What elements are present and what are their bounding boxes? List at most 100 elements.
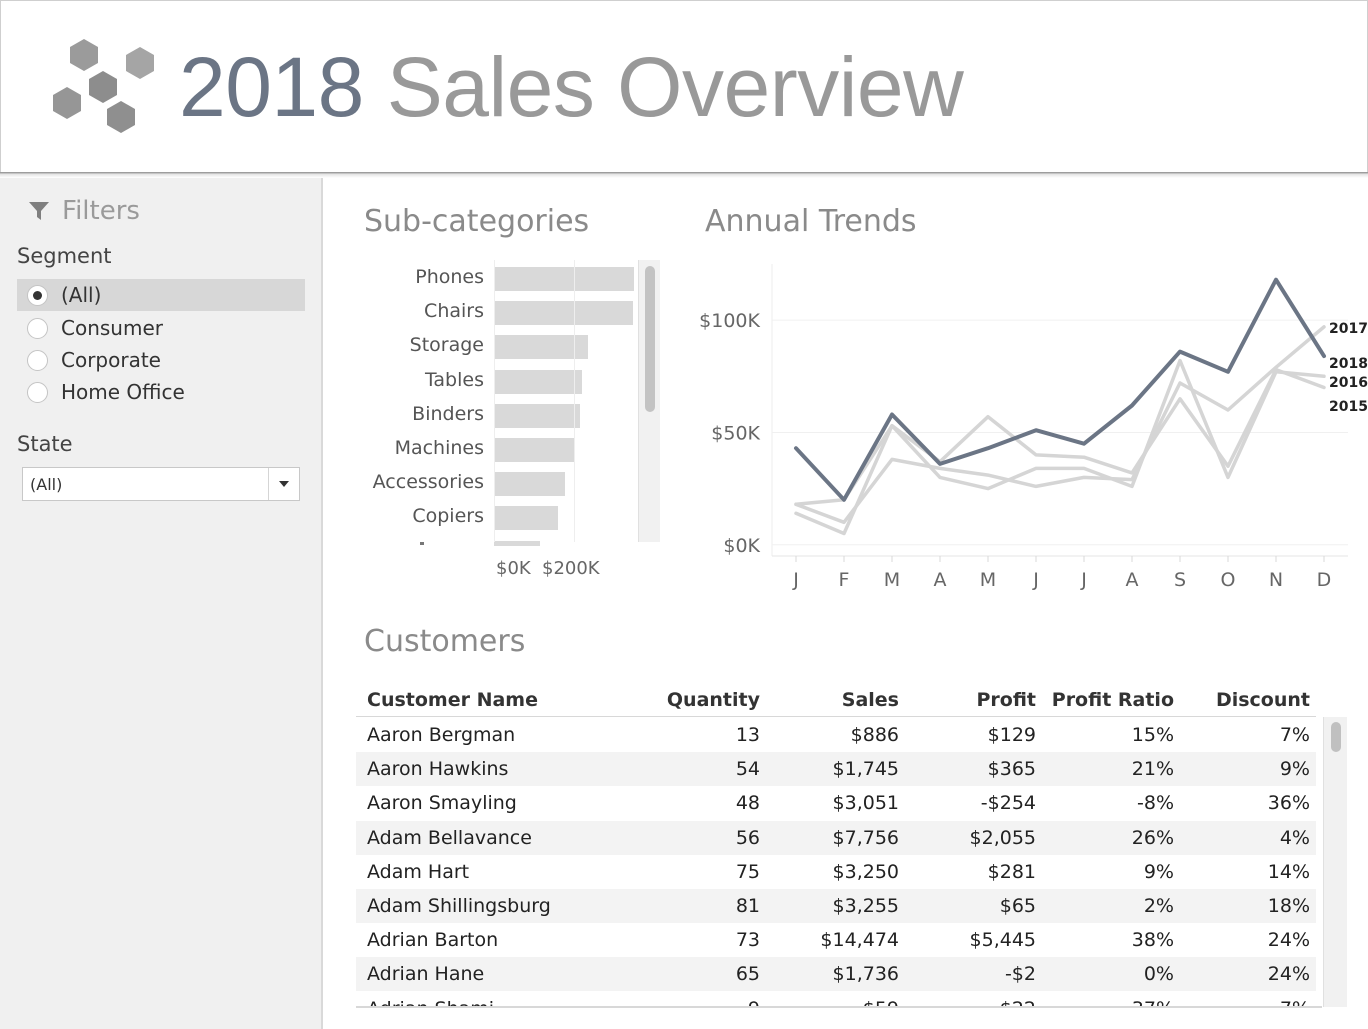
table-row[interactable]: Adrian Hane 65 $1,736 -$2 0% 24%	[356, 957, 1316, 992]
funnel-icon	[29, 202, 49, 220]
customer-name-cell: Adrian Barton	[367, 929, 499, 952]
quantity-cell: 54	[735, 758, 760, 781]
bar-phones[interactable]	[494, 267, 634, 291]
bar-binders[interactable]	[494, 403, 580, 428]
x-tick-label: M	[884, 569, 900, 591]
radio-selected-icon[interactable]	[27, 284, 48, 306]
sales-cell: $3,250	[832, 860, 899, 883]
table-row[interactable]: Aaron Smayling 48 $3,051 -$254 -8% 36%	[356, 786, 1316, 820]
customer-name-cell: Aaron Bergman	[367, 724, 516, 746]
customers-table: Customer Name Quantity Sales Profit Prof…	[356, 683, 1320, 1006]
profit-ratio-cell: 21%	[1131, 758, 1174, 781]
sales-cell: $59	[863, 998, 899, 1006]
customer-name-cell: Adam Bellavance	[367, 826, 532, 849]
profit-ratio-cell: 15%	[1131, 724, 1174, 746]
customer-name-cell: Adrian Shami	[367, 998, 494, 1006]
bar-chairs[interactable]	[494, 301, 633, 326]
x-tick-label: N	[1269, 569, 1283, 591]
customers-scrollbar[interactable]	[1323, 717, 1347, 1007]
bar-tables[interactable]	[494, 369, 582, 394]
table-row[interactable]: Adrian Shami 9 $59 $22 37% 7%	[356, 992, 1316, 1006]
discount-cell: 18%	[1267, 895, 1310, 917]
bar-label-phones: Phones	[415, 266, 484, 288]
filters-header: Filters	[28, 196, 140, 226]
quantity-cell: 73	[735, 929, 760, 952]
quantity-cell: 65	[735, 963, 760, 986]
segment-option-consumer[interactable]: Consumer	[17, 312, 305, 344]
bar-label-binders: Binders	[412, 402, 484, 425]
page-title: 2018 Sales Overview	[179, 45, 964, 129]
title-year: 2018	[179, 40, 364, 134]
sales-cell: $1,745	[832, 758, 899, 781]
customer-name-cell: Adam Shillingsburg	[367, 895, 551, 917]
discount-cell: 24%	[1267, 929, 1310, 952]
bar-label-tables: Tables	[424, 368, 484, 391]
x-tick-label: J	[1032, 569, 1039, 591]
segment-option-all[interactable]: (All)	[17, 279, 305, 311]
bar-axis-line	[494, 260, 495, 542]
profit-cell: $129	[987, 724, 1036, 746]
dashboard-header: 2018 Sales Overview	[0, 0, 1368, 172]
discount-cell: 36%	[1267, 792, 1310, 815]
column-header-discount[interactable]: Discount	[1216, 689, 1310, 711]
profit-ratio-cell: 37%	[1132, 998, 1174, 1006]
table-row[interactable]: Aaron Bergman 13 $886 $129 15% 7%	[356, 718, 1316, 752]
state-dropdown[interactable]: (All)	[22, 467, 300, 501]
segment-option-label: Corporate	[61, 348, 161, 372]
table-row[interactable]: Adam Shillingsburg 81 $3,255 $65 2% 18%	[356, 889, 1316, 923]
annual-trends-line-chart: $0K $50K $100K J F M A M J J A S O N D 2018 2017 2016 2015	[699, 264, 1368, 591]
bar-machines[interactable]	[494, 438, 575, 462]
sales-cell: $3,051	[832, 792, 899, 815]
bar-label-copiers: Copiers	[412, 505, 484, 528]
filter-sidebar: Filters Segment (All) Consumer Corporate…	[0, 178, 323, 1029]
segment-option-label: Home Office	[61, 380, 185, 404]
sales-cell: $1,736	[832, 963, 899, 986]
hexagon-cluster-icon	[53, 39, 154, 133]
table-row[interactable]: Aaron Hawkins 54 $1,745 $365 21% 9%	[356, 752, 1316, 787]
table-row[interactable]: Adrian Barton 73 $14,474 $5,445 38% 24%	[356, 923, 1316, 957]
series-line-2017[interactable]	[794, 325, 1326, 525]
table-header-row: Customer Name Quantity Sales Profit Prof…	[356, 683, 1316, 717]
y-tick-label: $0K	[723, 535, 760, 557]
column-header-quantity[interactable]: Quantity	[667, 689, 760, 711]
radio-icon[interactable]	[27, 349, 48, 371]
bar-accessories[interactable]	[494, 472, 565, 497]
table-row[interactable]: Adam Bellavance 56 $7,756 $2,055 26% 4%	[356, 820, 1316, 855]
subcategories-title: Sub-categories	[364, 204, 590, 239]
profit-cell: $5,445	[969, 929, 1036, 952]
segment-option-label: (All)	[61, 283, 102, 307]
x-tick-label: J	[1080, 569, 1087, 591]
subcategories-scrollbar[interactable]	[638, 260, 660, 542]
quantity-cell: 81	[735, 895, 760, 917]
radio-icon[interactable]	[27, 317, 48, 339]
y-tick-label: $100K	[699, 310, 760, 332]
chevron-down-icon[interactable]	[268, 468, 299, 500]
bar-label-chairs: Chairs	[424, 300, 484, 323]
table-bottom-border	[356, 1006, 1322, 1008]
title-text: Sales Overview	[363, 40, 964, 134]
y-tick-label: $50K	[711, 422, 760, 444]
scrollbar-thumb[interactable]	[1331, 722, 1341, 752]
discount-cell: 24%	[1267, 963, 1310, 986]
segment-option-home-office[interactable]: Home Office	[17, 376, 305, 408]
discount-cell: 7%	[1279, 724, 1310, 746]
profit-cell: $365	[987, 758, 1036, 781]
customer-name-cell: Adrian Hane	[367, 963, 485, 986]
scrollbar-thumb[interactable]	[645, 266, 655, 412]
profit-cell: -$2	[1004, 963, 1036, 986]
x-tick-label: M	[980, 569, 996, 591]
x-tick-label: J	[792, 569, 799, 591]
column-header-profit-ratio[interactable]: Profit Ratio	[1052, 689, 1174, 711]
column-header-customer-name[interactable]: Customer Name	[367, 689, 538, 711]
column-header-sales[interactable]: Sales	[842, 689, 899, 711]
bar-copiers[interactable]	[494, 506, 558, 531]
segment-option-corporate[interactable]: Corporate	[17, 344, 305, 376]
column-header-profit[interactable]: Profit	[976, 689, 1036, 711]
table-row[interactable]: Adam Hart 75 $3,250 $281 9% 14%	[356, 855, 1316, 889]
profit-cell: $22	[1000, 998, 1036, 1006]
bar-label-storage: Storage	[409, 334, 484, 357]
discount-cell: 14%	[1267, 860, 1310, 883]
radio-icon[interactable]	[27, 381, 48, 403]
quantity-cell: 48	[735, 792, 760, 815]
customer-name-cell: Aaron Smayling	[367, 792, 517, 815]
